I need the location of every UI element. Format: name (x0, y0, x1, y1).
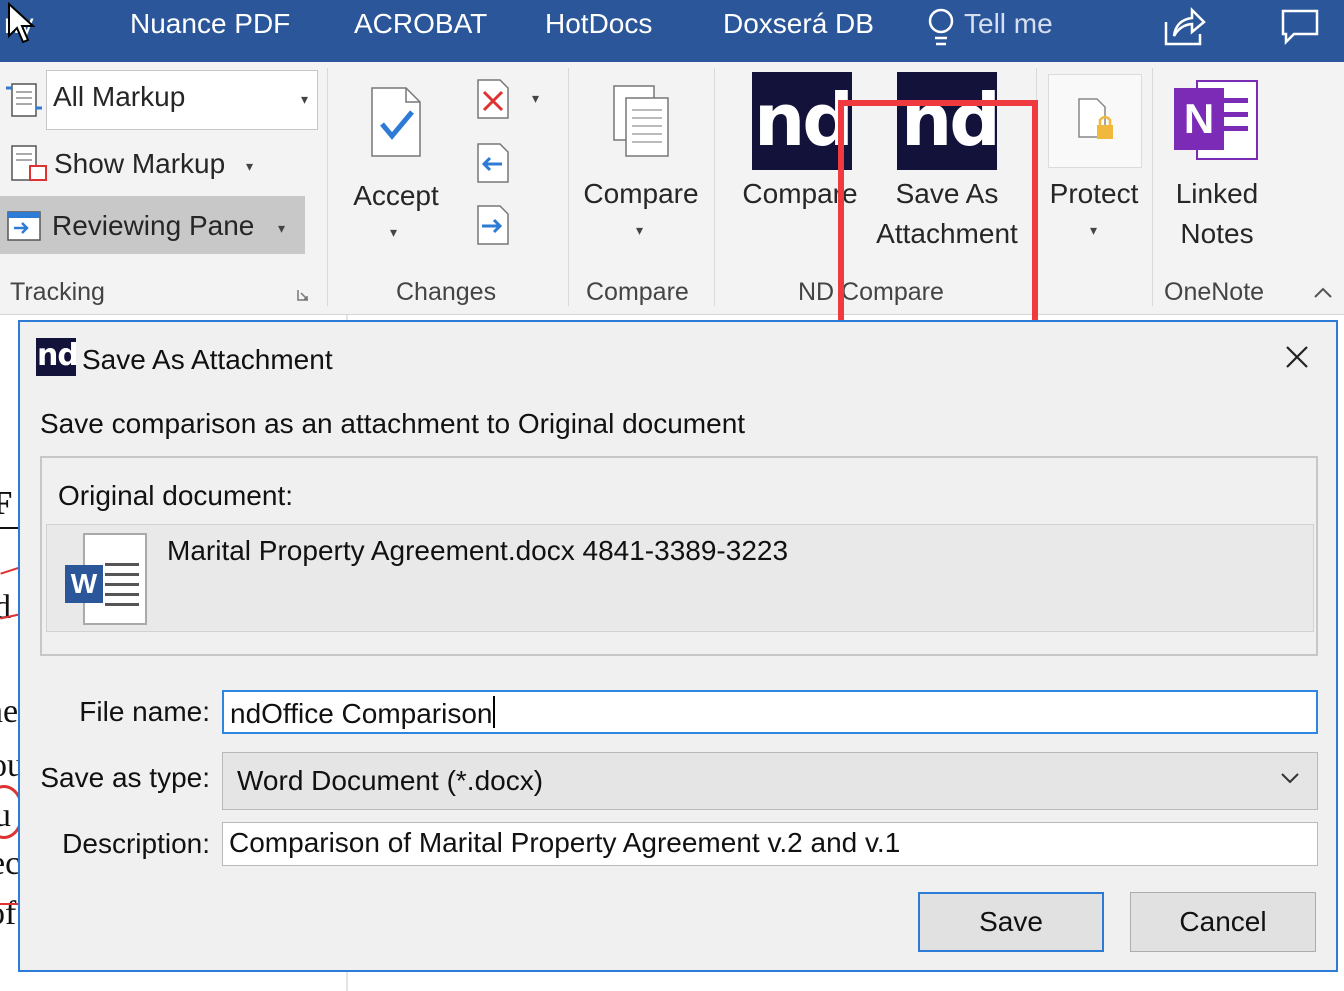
collapse-ribbon-icon[interactable] (1312, 284, 1334, 300)
lightbulb-icon (928, 8, 954, 46)
doc-strikeout-mark (0, 903, 20, 905)
display-for-review-dropdown[interactable]: All Markup ▾ (46, 70, 318, 130)
original-document-entry[interactable]: W Marital Property Agreement.docx 4841-3… (46, 524, 1314, 632)
tab-nuance-pdf[interactable]: Nuance PDF (130, 8, 290, 40)
file-name-input[interactable]: ndOffice Comparison (222, 690, 1318, 734)
protect-button[interactable]: Protect (1044, 178, 1144, 210)
description-input[interactable]: Comparison of Marital Property Agreement… (222, 822, 1318, 866)
doc-fragment: of (0, 895, 17, 932)
save-button[interactable]: Save (918, 892, 1104, 952)
previous-change-icon[interactable] (476, 142, 510, 184)
original-document-group: Original document: W Marital Property Ag… (40, 456, 1318, 656)
save-as-type-value: Word Document (*.docx) (237, 765, 544, 796)
word-document-icon: W (63, 533, 153, 629)
document-body-fragment: F d ne ou u ec of (0, 315, 20, 991)
nd-compare-logo: nd (752, 72, 852, 170)
linked-notes-line1[interactable]: Linked (1160, 178, 1274, 210)
onenote-icon: N (1174, 76, 1262, 164)
save-as-attachment-dialog: nd Save As Attachment Save comparison as… (18, 320, 1338, 972)
group-label-onenote: OneNote (1164, 278, 1265, 306)
tab-acrobat[interactable]: ACROBAT (354, 8, 487, 40)
chevron-down-icon: ▾ (301, 91, 309, 107)
tell-me-search[interactable]: Tell me (964, 8, 1053, 40)
save-as-type-select[interactable]: Word Document (*.docx) (222, 752, 1318, 810)
show-markup-button[interactable]: Show Markup (54, 148, 225, 180)
close-icon[interactable] (1282, 342, 1312, 372)
dialog-launcher-icon[interactable] (296, 288, 310, 302)
accept-icon (371, 87, 421, 157)
doc-fragment: d (0, 589, 11, 626)
save-as-type-label: Save as type: (40, 762, 210, 793)
reviewing-pane-icon (7, 211, 41, 241)
chevron-down-icon: ▾ (390, 224, 398, 240)
group-label-changes: Changes (396, 278, 497, 306)
dialog-title: Save As Attachment (82, 344, 333, 375)
reviewing-pane-button[interactable]: Reviewing Pane ▾ (0, 196, 305, 254)
dialog-message: Save comparison as an attachment to Orig… (40, 408, 746, 439)
doc-underline (0, 527, 20, 529)
group-separator (714, 68, 715, 306)
original-document-label: Original document: (58, 480, 294, 511)
group-label-tracking: Tracking (10, 278, 105, 306)
doc-fragment: ou (0, 747, 20, 784)
doc-fragment: ne (0, 693, 19, 730)
file-name-value: ndOffice Comparison (230, 698, 493, 729)
compare-icon (613, 85, 669, 157)
cancel-button[interactable]: Cancel (1130, 892, 1316, 952)
display-for-review-value: All Markup (53, 81, 186, 112)
description-label: Description: (62, 828, 210, 859)
tab-doxsera-db[interactable]: Doxserá DB (723, 8, 874, 40)
next-change-icon[interactable] (476, 204, 510, 246)
ribbon-tab-bar: rly Nuance PDF ACROBAT HotDocs Doxserá D… (0, 0, 1344, 62)
ribbon: All Markup ▾ Show Markup ▾ Reviewing Pan… (0, 62, 1344, 343)
comments-icon[interactable] (1280, 8, 1320, 46)
lock-document-icon (1078, 98, 1113, 139)
word-letter: W (65, 565, 103, 603)
linked-notes-line2[interactable]: Notes (1160, 218, 1274, 250)
chevron-down-icon (1281, 773, 1299, 784)
dialog-logo: nd (36, 338, 76, 376)
protect-icon-frame (1048, 74, 1142, 168)
doc-fragment: F (0, 485, 13, 522)
display-for-review-icon (6, 83, 42, 117)
share-icon[interactable] (1162, 6, 1206, 48)
reject-icon[interactable] (476, 78, 510, 120)
doc-fragment: u (0, 797, 11, 834)
onenote-letter: N (1174, 88, 1224, 150)
group-separator (327, 68, 328, 306)
chevron-down-icon: ▾ (278, 220, 286, 236)
reviewing-pane-label: Reviewing Pane (52, 210, 255, 241)
original-document-filename: Marital Property Agreement.docx 4841-338… (167, 535, 789, 566)
file-name-label: File name: (79, 696, 210, 727)
group-label-compare: Compare (586, 278, 689, 306)
chevron-down-icon: ▾ (246, 158, 254, 174)
highlight-box (838, 100, 1038, 343)
description-value: Comparison of Marital Property Agreement… (229, 827, 901, 858)
compare-button[interactable]: Compare (578, 178, 704, 210)
group-separator (568, 68, 569, 306)
accept-button[interactable]: Accept (344, 180, 448, 212)
chevron-down-icon: ▾ (532, 90, 540, 106)
tab-hotdocs[interactable]: HotDocs (545, 8, 652, 40)
chevron-down-icon: ▾ (636, 222, 644, 238)
text-caret (492, 696, 495, 728)
chevron-down-icon: ▾ (1090, 222, 1098, 238)
show-markup-icon (11, 145, 47, 181)
mouse-cursor-icon (8, 2, 36, 44)
group-separator (1152, 68, 1153, 306)
doc-fragment: ec (0, 845, 20, 882)
